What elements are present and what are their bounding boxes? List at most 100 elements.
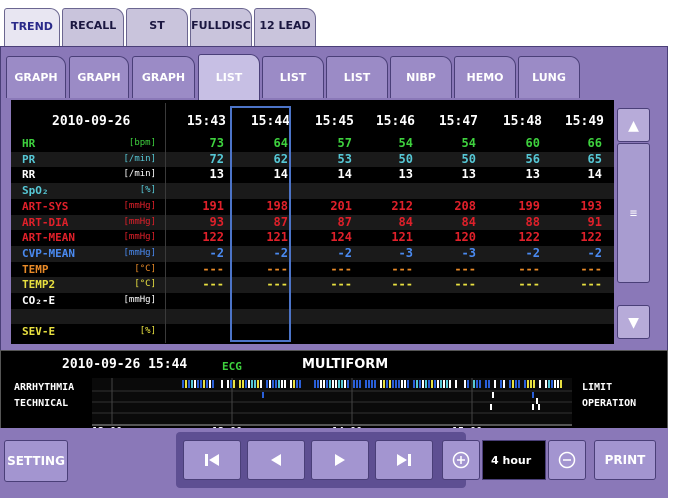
arrhythmia-lead: ECG bbox=[222, 360, 242, 373]
arrhythmia-event-tick bbox=[392, 380, 394, 388]
arrhythmia-event-tick bbox=[371, 380, 373, 388]
next-button[interactable] bbox=[311, 440, 369, 480]
arrhythmia-event-tick bbox=[467, 380, 469, 388]
technical-event-tick bbox=[262, 392, 264, 398]
arrhythmia-event-tick bbox=[293, 380, 295, 388]
row-unit: [bpm] bbox=[128, 138, 156, 148]
first-button[interactable] bbox=[183, 440, 241, 480]
zoom-in-icon bbox=[452, 451, 470, 469]
row-label: CVP-MEAN bbox=[22, 246, 75, 260]
table-cell: 120 bbox=[454, 230, 476, 245]
arrhythmia-event-tick bbox=[425, 380, 427, 388]
row-label: TEMP2 bbox=[22, 278, 56, 292]
skip-last-icon bbox=[397, 454, 411, 466]
table-cell: -3 bbox=[461, 245, 476, 260]
row-unit: [/min] bbox=[123, 169, 156, 180]
time-header[interactable]: 15:48 bbox=[484, 114, 542, 129]
arrhythmia-event-tick bbox=[554, 380, 556, 388]
tab-trend[interactable]: TREND bbox=[4, 8, 60, 50]
arrhythmia-event-tick bbox=[407, 380, 409, 388]
row-label: SEV-E bbox=[22, 325, 56, 339]
time-header[interactable]: 15:49 bbox=[546, 114, 604, 129]
tab-12-lead[interactable]: 12 LEAD bbox=[254, 8, 316, 48]
arrhythmia-event-tick bbox=[557, 380, 559, 388]
tab-lung[interactable]: LUNG bbox=[518, 56, 580, 98]
tab-hemo[interactable]: HEMO bbox=[454, 56, 516, 98]
tab-list-2[interactable]: LIST bbox=[262, 56, 324, 98]
row-unit: [°C] bbox=[134, 279, 156, 290]
table-cell: 14 bbox=[337, 167, 352, 182]
row-unit: [mmHg] bbox=[123, 216, 156, 227]
tab-graph-2[interactable]: GRAPH bbox=[69, 56, 129, 98]
setting-button[interactable]: SETTING bbox=[4, 440, 68, 482]
row-unit: [mmHg] bbox=[123, 247, 156, 258]
row-unit: [%] bbox=[139, 326, 156, 337]
scroll-up-icon: ▲ bbox=[628, 114, 639, 136]
last-button[interactable] bbox=[375, 440, 433, 480]
zoom-out-button[interactable] bbox=[548, 440, 586, 480]
scroll-down-button[interactable]: ▼ bbox=[617, 305, 650, 339]
row-unit: [mmHg] bbox=[123, 295, 156, 305]
time-header[interactable]: 15:46 bbox=[357, 114, 415, 129]
table-cell: 13 bbox=[461, 167, 476, 182]
tab-graph-3[interactable]: GRAPH bbox=[132, 56, 195, 98]
arrhythmia-event-tick bbox=[245, 380, 247, 388]
time-header[interactable]: 15:43 bbox=[168, 114, 226, 129]
row-label: CO₂-E bbox=[22, 294, 56, 307]
tab-nibp[interactable]: NIBP bbox=[390, 56, 452, 98]
arrhythmia-event-tick bbox=[320, 380, 322, 388]
arrhythmia-event-tick bbox=[548, 380, 550, 388]
table-cell: 72 bbox=[209, 151, 224, 166]
tab-list-1[interactable]: LIST bbox=[198, 54, 260, 100]
arrhythmia-event-tick bbox=[191, 380, 193, 388]
technical-event-tick bbox=[536, 398, 538, 404]
row-unit: [°C] bbox=[134, 263, 156, 274]
technical-event-tick bbox=[490, 404, 492, 410]
list-date: 2010-09-26 bbox=[52, 114, 131, 129]
arrhythmia-event-tick bbox=[242, 380, 244, 388]
tab-graph-1[interactable]: GRAPH bbox=[6, 56, 66, 98]
arrhythmia-event: MULTIFORM bbox=[302, 357, 389, 372]
selected-column-cursor[interactable] bbox=[230, 106, 291, 342]
scroll-up-button[interactable]: ▲ bbox=[617, 108, 650, 142]
arrhythmia-event-tick bbox=[185, 380, 187, 388]
table-cell: 93 bbox=[209, 214, 224, 229]
row-label: TEMP bbox=[22, 262, 49, 276]
arrhythmia-timeline[interactable] bbox=[92, 378, 572, 432]
tab-list-3[interactable]: LIST bbox=[326, 56, 388, 98]
row-unit: [%] bbox=[139, 185, 156, 196]
arrhythmia-event-tick bbox=[395, 380, 397, 388]
arrhythmia-event-tick bbox=[266, 380, 268, 388]
previous-button[interactable] bbox=[247, 440, 305, 480]
time-header[interactable]: 15:47 bbox=[420, 114, 478, 129]
arrhythmia-event-tick bbox=[344, 380, 346, 388]
arrhythmia-event-tick bbox=[278, 380, 280, 388]
arrhythmia-event-tick bbox=[257, 380, 259, 388]
arrhythmia-event-tick bbox=[197, 380, 199, 388]
scroll-track[interactable]: ≡ bbox=[617, 143, 650, 283]
technical-event-tick bbox=[492, 392, 494, 398]
zoom-in-button[interactable] bbox=[442, 440, 480, 480]
tab-recall[interactable]: RECALL bbox=[62, 8, 124, 48]
arrhythmia-event-tick bbox=[251, 380, 253, 388]
arrhythmia-event-tick bbox=[248, 380, 250, 388]
row-label: ART-SYS bbox=[22, 199, 69, 213]
row-unit: [mmHg] bbox=[123, 200, 156, 211]
tab-fulldisc[interactable]: FULLDISC bbox=[190, 8, 252, 48]
row-label: HR bbox=[22, 137, 36, 150]
table-cell: --- bbox=[580, 261, 602, 276]
arrhythmia-event-tick bbox=[347, 380, 349, 388]
arrhythmia-event-tick bbox=[500, 380, 502, 388]
table-cell: 84 bbox=[461, 214, 476, 229]
print-button[interactable]: PRINT bbox=[594, 440, 656, 480]
tab-st[interactable]: ST bbox=[126, 8, 188, 48]
arrhythmia-event-tick bbox=[290, 380, 292, 388]
prev-icon bbox=[271, 454, 281, 466]
arrhythmia-event-tick bbox=[206, 380, 208, 388]
skip-first-icon bbox=[205, 454, 219, 466]
arrhythmia-event-tick bbox=[560, 380, 562, 388]
table-cell: --- bbox=[202, 261, 224, 276]
arrhythmia-event-tick bbox=[332, 380, 334, 388]
time-header[interactable]: 15:45 bbox=[296, 114, 354, 129]
arrhythmia-event-tick bbox=[473, 380, 475, 388]
